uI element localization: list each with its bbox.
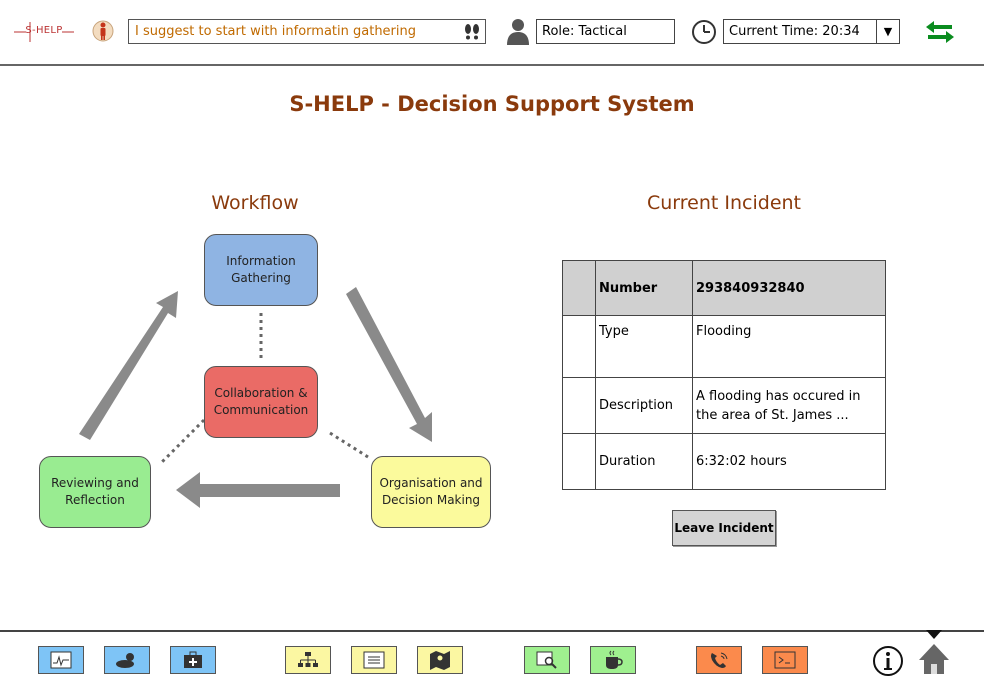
- workflow-node-organisation[interactable]: Organisation and Decision Making: [371, 456, 491, 528]
- coffee-break-button[interactable]: [590, 646, 636, 674]
- org-chart-icon: [298, 652, 318, 667]
- cell-label: Description: [595, 377, 693, 434]
- workflow-node-label: Collaboration & Communication: [213, 386, 309, 417]
- workflow-node-label: Information Gathering: [226, 254, 296, 285]
- medical-kit-icon: [184, 651, 202, 668]
- cell-value: A flooding has occured in the area of St…: [692, 377, 886, 434]
- list-window-icon: [363, 651, 385, 669]
- incident-heading: Current Incident: [646, 192, 801, 214]
- monitor-chart-icon: [50, 651, 72, 669]
- monitor-chart-button[interactable]: [38, 646, 84, 674]
- arrow-to-organisation: [346, 287, 432, 442]
- table-row: Duration 6:32:02 hours: [562, 433, 886, 490]
- incident-table: Number 293840932840 Type Flooding Descri…: [562, 260, 886, 490]
- dotted-link-collab-review: [158, 418, 206, 466]
- cell-value: 293840932840: [692, 260, 886, 316]
- info-icon[interactable]: [872, 645, 904, 677]
- medical-kit-button[interactable]: [170, 646, 216, 674]
- home-icon[interactable]: [916, 630, 952, 676]
- map-button[interactable]: [417, 646, 463, 674]
- org-chart-button[interactable]: [285, 646, 331, 674]
- terminal-icon: [774, 651, 796, 669]
- phone-button[interactable]: [696, 646, 742, 674]
- phone-icon: [711, 652, 728, 668]
- workflow-node-reviewing[interactable]: Reviewing and Reflection: [39, 456, 151, 528]
- cell-label: Duration: [595, 433, 693, 490]
- row-handle: [562, 433, 596, 490]
- cell-value: Flooding: [692, 315, 886, 378]
- search-window-icon: [536, 651, 557, 669]
- coffee-icon: [606, 650, 623, 669]
- list-window-button[interactable]: [351, 646, 397, 674]
- row-handle: [562, 315, 596, 378]
- cell-value: 6:32:02 hours: [692, 433, 886, 490]
- arrow-to-reviewing: [176, 472, 340, 508]
- weather-icon: [116, 653, 134, 668]
- workflow-node-label: Organisation and Decision Making: [379, 476, 483, 507]
- table-row: Type Flooding: [562, 315, 886, 378]
- terminal-button[interactable]: [762, 646, 808, 674]
- cell-label: Type: [595, 315, 693, 378]
- weather-button[interactable]: [104, 646, 150, 674]
- table-row: Number 293840932840: [562, 260, 886, 316]
- map-icon: [430, 651, 450, 670]
- arrow-to-information: [79, 291, 178, 440]
- workflow-node-label: Reviewing and Reflection: [51, 476, 139, 507]
- workflow-node-information-gathering[interactable]: Information Gathering: [204, 234, 318, 306]
- table-row: Description A flooding has occured in th…: [562, 377, 886, 434]
- workflow-node-collaboration[interactable]: Collaboration & Communication: [204, 366, 318, 438]
- search-window-button[interactable]: [524, 646, 570, 674]
- cell-label: Number: [595, 260, 693, 316]
- dotted-link-collab-org: [329, 431, 369, 459]
- leave-incident-button[interactable]: Leave Incident: [672, 510, 776, 546]
- row-handle: [562, 377, 596, 434]
- row-handle: [562, 260, 596, 316]
